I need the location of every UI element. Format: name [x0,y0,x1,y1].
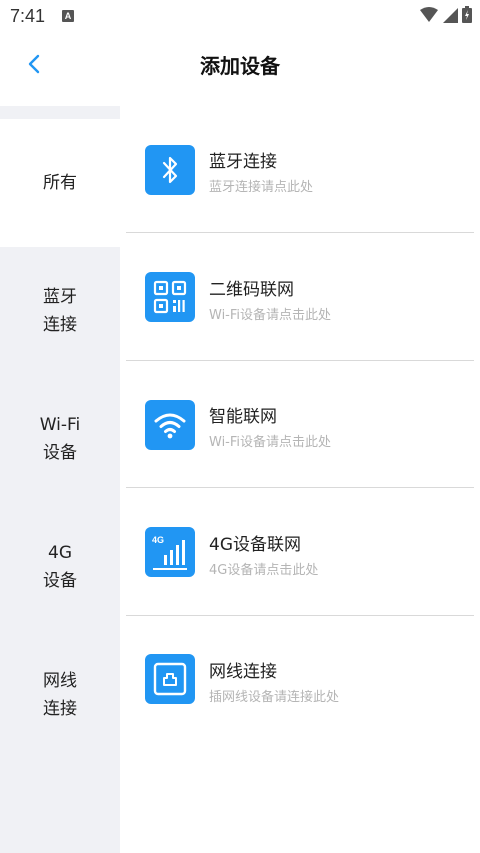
option-qr-code[interactable]: 二维码联网 Wi-Fi设备请点击此处 [126,234,474,361]
divider [126,487,474,488]
bluetooth-icon [145,145,195,195]
sidebar-item-all[interactable]: 所有 [0,119,120,247]
wifi-icon [145,400,195,450]
category-sidebar: 所有 蓝牙 连接 Wi-Fi 设备 4G 设备 网线 连接 [0,106,120,853]
page-title: 添加设备 [200,54,280,78]
qr-code-icon [145,272,195,322]
sidebar-item-bluetooth[interactable]: 蓝牙 连接 [0,247,120,375]
option-subtitle: 4G设备请点击此处 [209,563,319,578]
wifi-status-icon [420,6,438,22]
option-subtitle: 插网线设备请连接此处 [209,690,340,705]
option-subtitle: Wi-Fi设备请点击此处 [209,435,332,450]
option-ethernet[interactable]: 网线连接 插网线设备请连接此处 [126,616,474,743]
4g-label: 4G [152,535,164,545]
notification-icon: A [62,10,74,22]
option-title: 智能联网 [209,407,277,427]
option-4g-network[interactable]: 4G 4G设备联网 4G设备请点击此处 [126,489,474,616]
option-smart-network[interactable]: 智能联网 Wi-Fi设备请点击此处 [126,361,474,488]
ethernet-port-icon [145,654,195,704]
status-time: 7:41 [10,6,46,26]
option-title: 网线连接 [209,662,277,682]
status-bar: 7:41 A [0,0,480,34]
option-subtitle: Wi-Fi设备请点击此处 [209,308,332,323]
sidebar-item-label: 蓝牙 连接 [43,287,77,335]
option-subtitle: 蓝牙连接请点此处 [209,180,314,195]
divider [126,232,474,233]
battery-icon [462,6,472,23]
sidebar-item-4g[interactable]: 4G 设备 [0,503,120,631]
header: 添加设备 [0,34,480,104]
sidebar-item-label: 网线 连接 [43,671,77,719]
option-title: 蓝牙连接 [209,152,277,172]
option-bluetooth[interactable]: 蓝牙连接 蓝牙连接请点此处 [126,106,474,233]
sidebar-item-label: 4G 设备 [43,543,77,591]
sidebar-item-label: 所有 [43,173,77,193]
sidebar-item-wifi[interactable]: Wi-Fi 设备 [0,375,120,503]
option-title: 4G设备联网 [209,535,301,555]
cell-signal-icon [443,7,458,23]
option-title: 二维码联网 [209,280,294,300]
sidebar-item-label: Wi-Fi 设备 [39,415,81,463]
4g-signal-icon: 4G [145,527,195,577]
sidebar-item-ethernet[interactable]: 网线 连接 [0,631,120,759]
status-icons [420,6,472,23]
